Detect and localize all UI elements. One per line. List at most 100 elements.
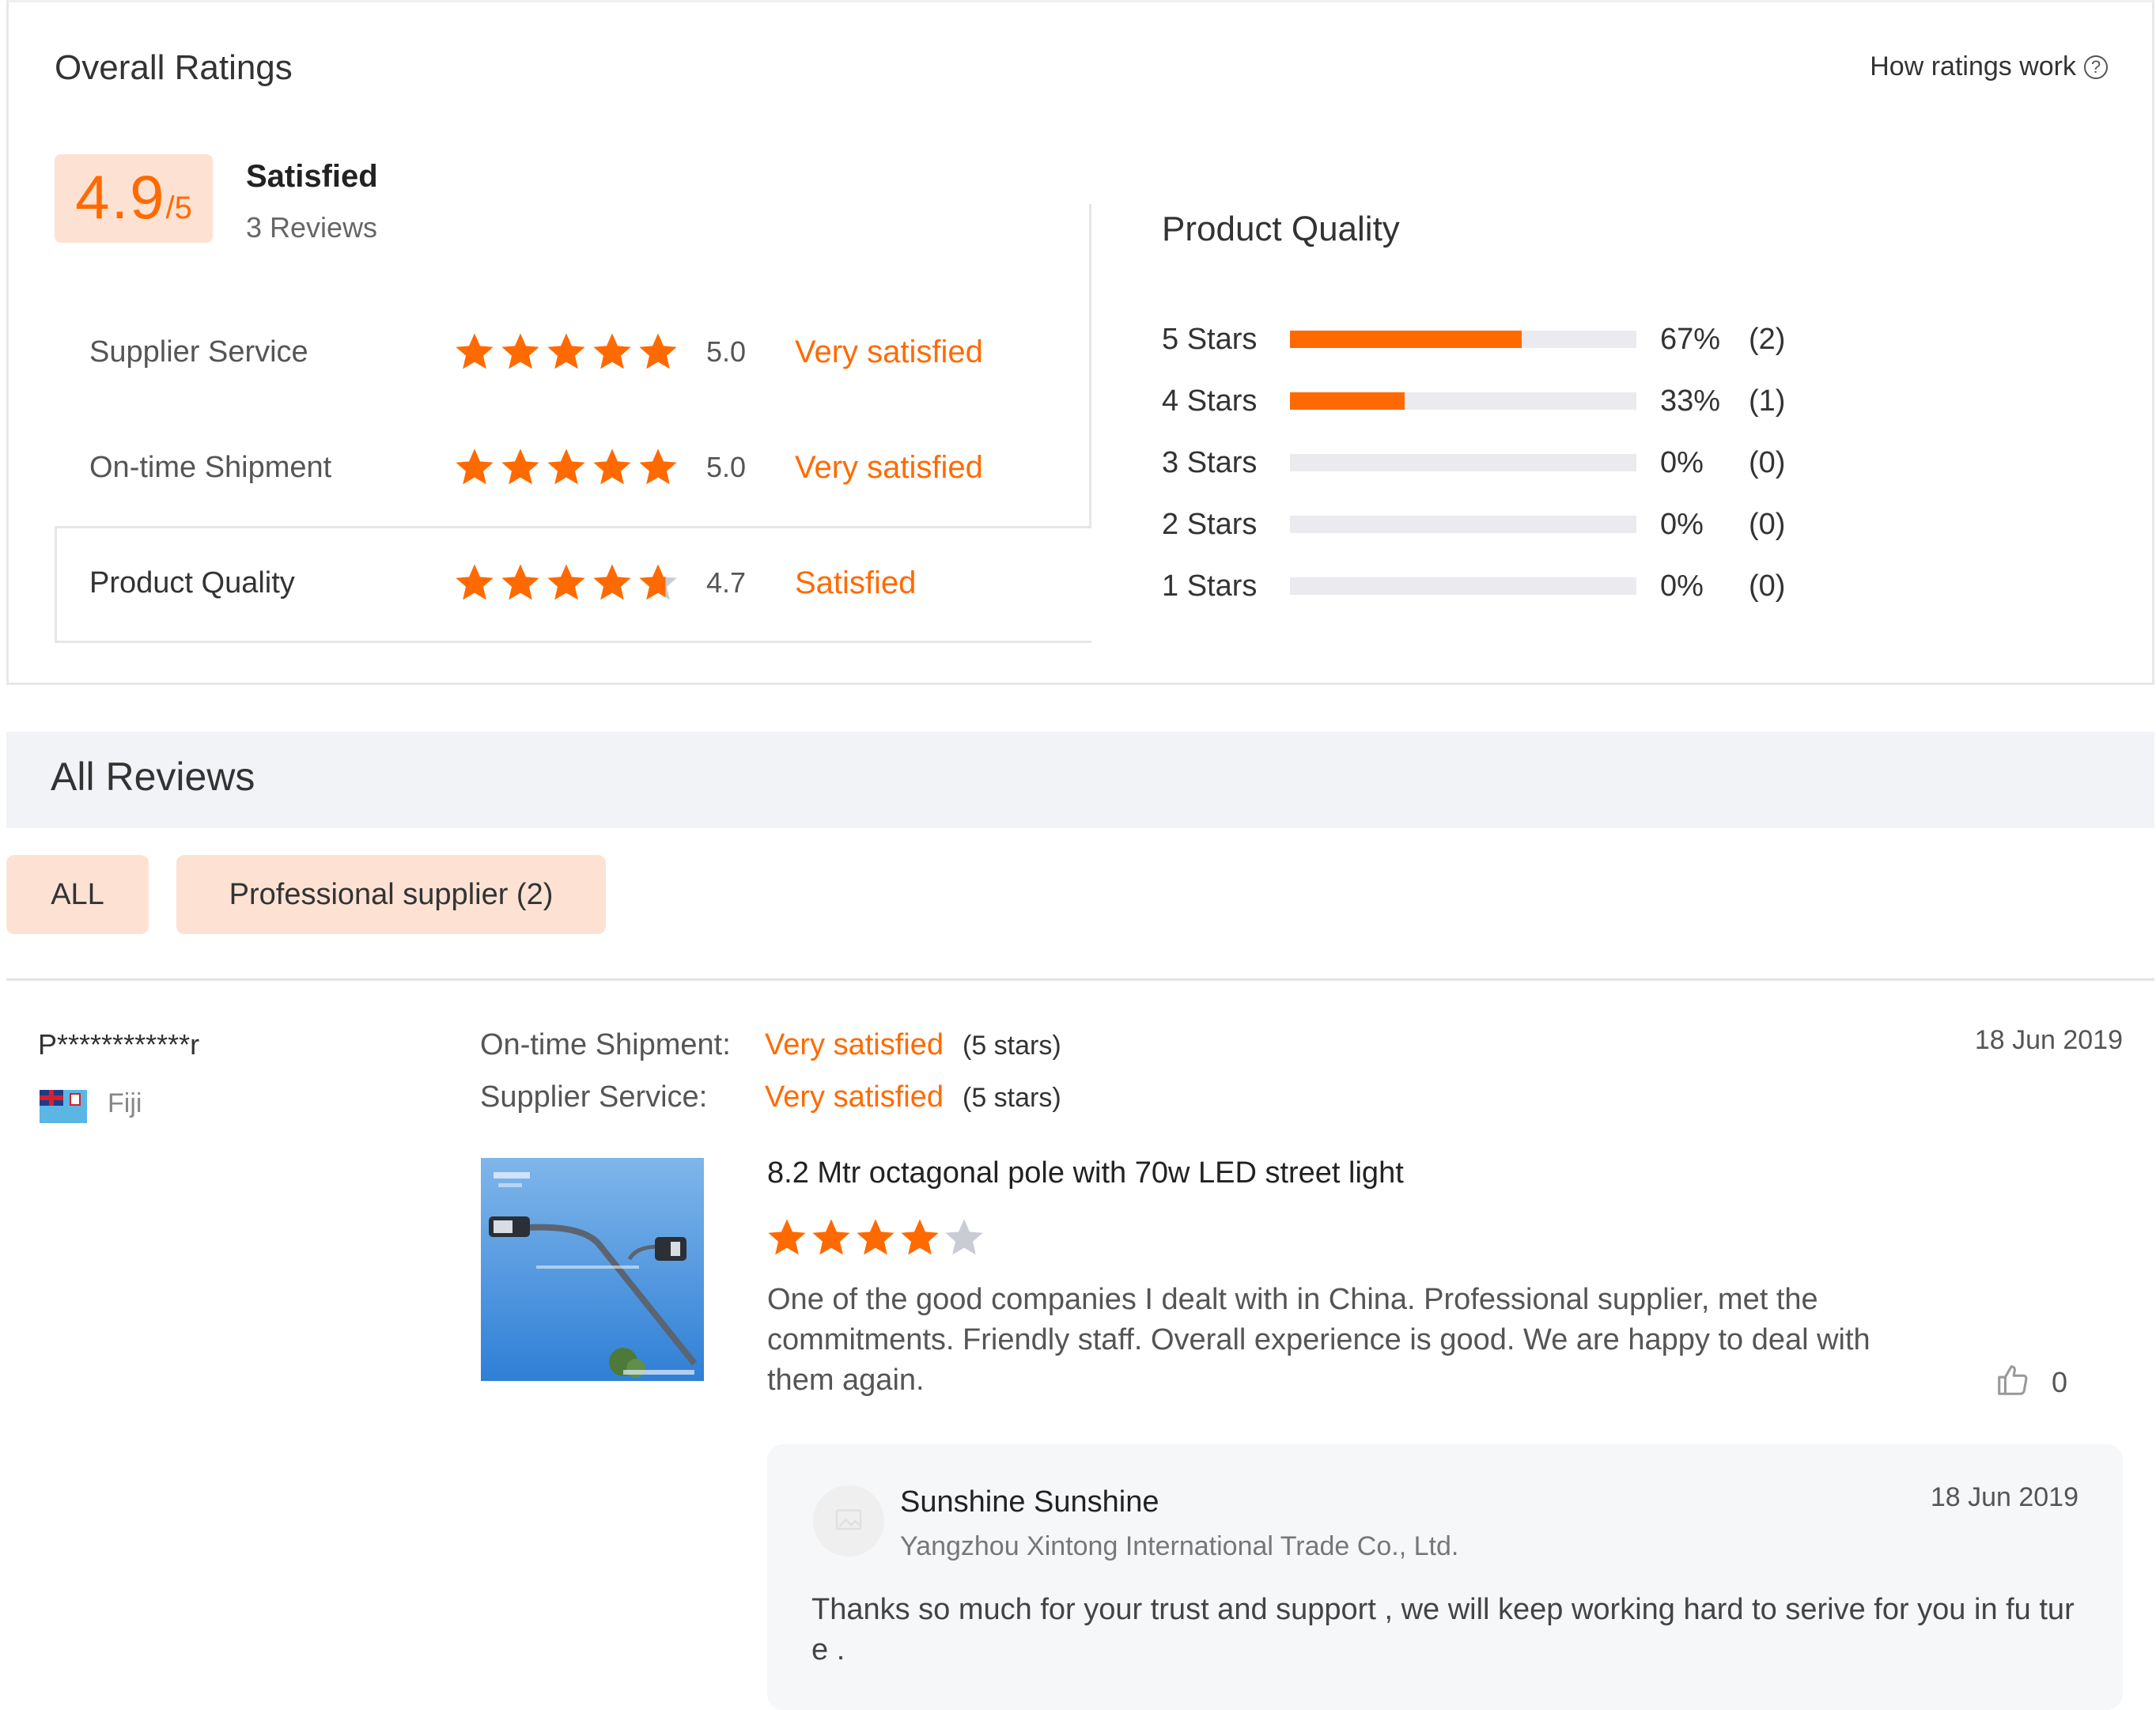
star-icon <box>545 562 588 604</box>
overall-score-badge: 4.9 /5 <box>55 154 213 243</box>
star-icon <box>499 331 542 373</box>
distribution-row: 2 Stars 0% (0) <box>1162 501 1785 548</box>
fiji-flag-icon <box>40 1090 87 1123</box>
sub-rating-label: Supplier Service: <box>480 1080 708 1114</box>
review-count: 3 Reviews <box>246 211 378 244</box>
all-reviews-header: All Reviews <box>6 732 2154 828</box>
star-icon <box>499 446 542 489</box>
distribution-bar <box>1290 577 1636 595</box>
star-icon <box>545 331 588 373</box>
reviewer-country: Fiji <box>108 1088 142 1118</box>
overall-ratings-title: Overall Ratings <box>55 48 293 87</box>
rating-value: 5.0 <box>706 335 747 368</box>
star-icon <box>854 1216 897 1259</box>
rating-value: 4.7 <box>706 566 747 599</box>
distribution-percent: 33% <box>1660 384 1721 418</box>
star-rating <box>453 446 690 489</box>
rating-row-product-quality[interactable]: Product Quality 4.7 Satisfied <box>89 559 916 607</box>
supplier-company-name: Yangzhou Xintong International Trade Co.… <box>900 1531 1459 1561</box>
reviewer-name: P************r <box>38 1028 200 1061</box>
star-icon <box>453 562 496 604</box>
star-icon <box>898 1216 941 1259</box>
product-image[interactable] <box>481 1158 704 1381</box>
distribution-row: 4 Stars 33% (1) <box>1162 377 1785 425</box>
rating-value: 5.0 <box>706 451 747 483</box>
distribution-percent: 67% <box>1660 322 1721 356</box>
distribution-row: 5 Stars 67% (2) <box>1162 316 1785 363</box>
overall-score: 4.9 <box>75 162 166 232</box>
how-ratings-work-label: How ratings work <box>1870 51 2076 81</box>
all-reviews-title: All Reviews <box>51 755 255 799</box>
star-icon <box>943 1216 985 1259</box>
rating-text: Very satisfied <box>795 449 983 485</box>
sub-rating-stars: (5 stars) <box>963 1083 1061 1113</box>
distribution-label: 3 Stars <box>1162 445 1258 479</box>
supplier-avatar <box>813 1485 884 1557</box>
star-icon <box>453 446 496 489</box>
supplier-reply-date: 18 Jun 2019 <box>1930 1482 2078 1512</box>
thumbs-up-icon <box>1995 1362 2031 1402</box>
star-icon <box>637 562 679 604</box>
distribution-label: 4 Stars <box>1162 384 1258 418</box>
star-icon <box>545 446 588 489</box>
distribution-row: 3 Stars 0% (0) <box>1162 439 1785 486</box>
product-title-link[interactable]: 8.2 Mtr octagonal pole with 70w LED stre… <box>767 1156 1404 1190</box>
star-icon <box>591 562 634 604</box>
star-icon <box>453 331 496 373</box>
review-date: 18 Jun 2019 <box>1974 1025 2123 1055</box>
star-icon <box>637 331 679 373</box>
star-rating <box>453 331 690 373</box>
star-icon <box>591 331 634 373</box>
distribution-bar <box>1290 454 1636 471</box>
distribution-row: 1 Stars 0% (0) <box>1162 562 1785 610</box>
star-icon <box>499 562 542 604</box>
distribution-percent: 0% <box>1660 445 1704 479</box>
distribution-bar <box>1290 331 1636 348</box>
distribution-bar-fill <box>1290 392 1405 410</box>
product-quality-title: Product Quality <box>1162 210 1400 248</box>
rating-text: Satisfied <box>795 565 917 600</box>
distribution-label: 2 Stars <box>1162 507 1258 541</box>
filter-all-button[interactable]: ALL <box>6 855 149 934</box>
rating-label: On-time Shipment <box>89 450 332 484</box>
sub-rating-label: On-time Shipment: <box>480 1028 731 1061</box>
like-button[interactable]: 0 <box>1995 1362 2067 1402</box>
supplier-reply-text: Thanks so much for your trust and suppor… <box>811 1593 2075 1666</box>
rating-label: Product Quality <box>89 566 295 600</box>
star-rating <box>453 562 690 604</box>
overall-score-label: Satisfied <box>246 159 378 194</box>
distribution-count: (0) <box>1749 569 1786 603</box>
distribution-count: (2) <box>1749 322 1786 356</box>
sub-rating-stars: (5 stars) <box>963 1031 1061 1061</box>
filter-professional-supplier-button[interactable]: Professional supplier (2) <box>176 855 606 934</box>
rating-text: Very satisfied <box>795 334 983 369</box>
star-icon <box>766 1216 808 1259</box>
distribution-percent: 0% <box>1660 507 1704 541</box>
how-ratings-work-link[interactable]: How ratings work ? <box>1870 51 2108 82</box>
distribution-bar <box>1290 392 1636 410</box>
supplier-reply-name: Sunshine Sunshine <box>900 1485 1159 1519</box>
distribution-count: (0) <box>1749 445 1786 479</box>
rating-row-on-time-shipment[interactable]: On-time Shipment 5.0 Very satisfied <box>89 444 983 491</box>
review-star-rating <box>766 1216 985 1259</box>
overall-ratings-card: Overall Ratings How ratings work ? 4.9 /… <box>6 0 2154 685</box>
rating-label: Supplier Service <box>89 335 308 369</box>
review-text: One of the good companies I dealt with i… <box>767 1283 1870 1397</box>
no-photo-icon <box>835 1509 862 1530</box>
panel-divider <box>1089 204 1091 528</box>
sub-rating-on-time-shipment: On-time Shipment: Very satisfied (5 star… <box>480 1028 1061 1062</box>
sub-rating-value: Very satisfied <box>765 1080 944 1114</box>
distribution-label: 5 Stars <box>1162 322 1258 356</box>
like-count: 0 <box>2052 1365 2068 1398</box>
sub-rating-supplier-service: Supplier Service: Very satisfied (5 star… <box>480 1080 1061 1114</box>
star-icon <box>810 1216 853 1259</box>
distribution-count: (0) <box>1749 507 1786 541</box>
distribution-percent: 0% <box>1660 569 1704 603</box>
help-circle-icon: ? <box>2084 55 2108 79</box>
distribution-bar-fill <box>1290 331 1522 348</box>
overall-score-max: /5 <box>165 191 192 225</box>
divider <box>6 978 2154 981</box>
rating-row-supplier-service[interactable]: Supplier Service 5.0 Very satisfied <box>89 328 983 376</box>
sub-rating-value: Very satisfied <box>765 1028 944 1061</box>
distribution-count: (1) <box>1749 384 1786 418</box>
